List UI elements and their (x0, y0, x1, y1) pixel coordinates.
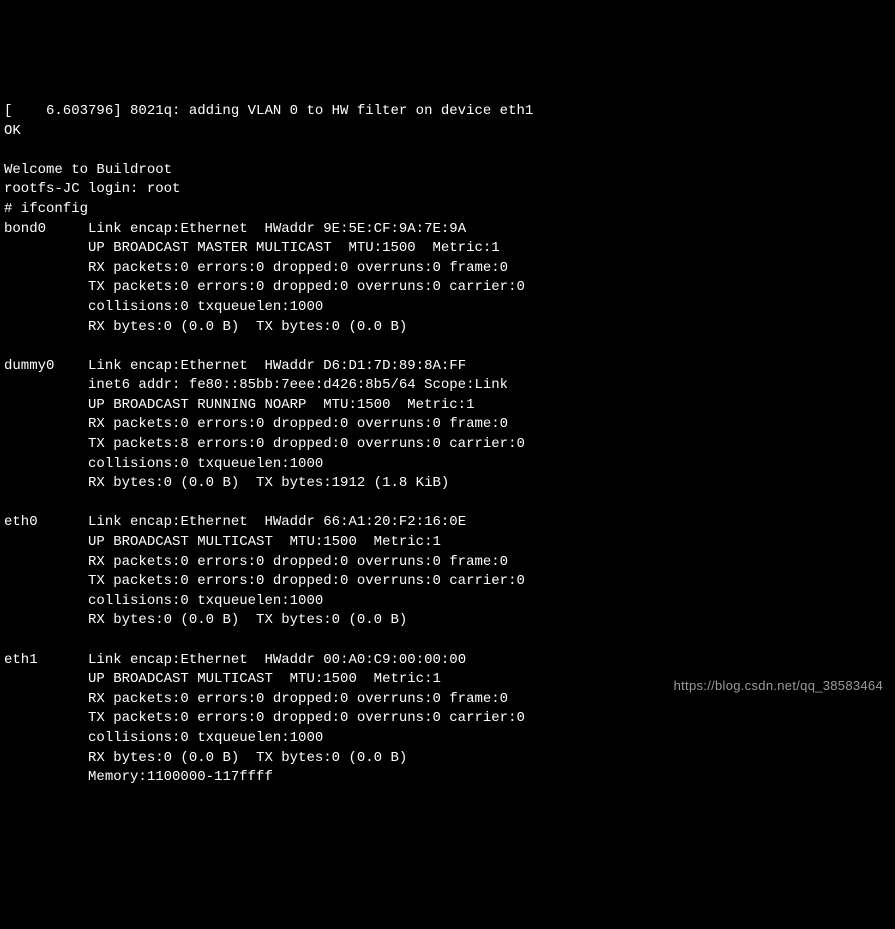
welcome-line: Welcome to Buildroot (4, 162, 172, 178)
iface-detail: RX packets:0 errors:0 dropped:0 overruns… (4, 416, 508, 432)
iface-name: bond0 (4, 221, 46, 237)
iface-label-eth0: eth0 Link encap:Ethernet HWaddr 66:A1:20… (4, 514, 466, 530)
iface-detail: RX bytes:0 (0.0 B) TX bytes:1912 (1.8 Ki… (4, 475, 449, 491)
iface-detail: Link encap:Ethernet HWaddr D6:D1:7D:89:8… (88, 358, 466, 374)
iface-detail: RX bytes:0 (0.0 B) TX bytes:0 (0.0 B) (4, 750, 407, 766)
iface-detail: Link encap:Ethernet HWaddr 9E:5E:CF:9A:7… (88, 221, 466, 237)
iface-detail: RX packets:0 errors:0 dropped:0 overruns… (4, 691, 508, 707)
iface-detail: UP BROADCAST MULTICAST MTU:1500 Metric:1 (4, 534, 441, 550)
iface-detail: RX bytes:0 (0.0 B) TX bytes:0 (0.0 B) (4, 612, 407, 628)
iface-detail: UP BROADCAST RUNNING NOARP MTU:1500 Metr… (4, 397, 474, 413)
iface-detail: TX packets:0 errors:0 dropped:0 overruns… (4, 573, 525, 589)
iface-label-eth1: eth1 Link encap:Ethernet HWaddr 00:A0:C9… (4, 652, 466, 668)
iface-detail: collisions:0 txqueuelen:1000 (4, 593, 323, 609)
kernel-msg: [ 6.603796] 8021q: adding VLAN 0 to HW f… (4, 103, 533, 119)
iface-detail: TX packets:8 errors:0 dropped:0 overruns… (4, 436, 525, 452)
iface-detail: UP BROADCAST MASTER MULTICAST MTU:1500 M… (4, 240, 500, 256)
iface-detail: Link encap:Ethernet HWaddr 66:A1:20:F2:1… (88, 514, 466, 530)
iface-detail: RX bytes:0 (0.0 B) TX bytes:0 (0.0 B) (4, 319, 407, 335)
iface-detail: Memory:1100000-117ffff (4, 769, 273, 785)
watermark-text: https://blog.csdn.net/qq_38583464 (674, 677, 883, 695)
iface-name: eth1 (4, 652, 38, 668)
iface-detail: Link encap:Ethernet HWaddr 00:A0:C9:00:0… (88, 652, 466, 668)
iface-name: eth0 (4, 514, 38, 530)
iface-detail: collisions:0 txqueuelen:1000 (4, 299, 323, 315)
iface-detail: RX packets:0 errors:0 dropped:0 overruns… (4, 554, 508, 570)
iface-detail: UP BROADCAST MULTICAST MTU:1500 Metric:1 (4, 671, 441, 687)
iface-detail: inet6 addr: fe80::85bb:7eee:d426:8b5/64 … (4, 377, 508, 393)
iface-label-dummy0: dummy0 Link encap:Ethernet HWaddr D6:D1:… (4, 358, 466, 374)
iface-label-bond0: bond0 Link encap:Ethernet HWaddr 9E:5E:C… (4, 221, 466, 237)
iface-detail: collisions:0 txqueuelen:1000 (4, 730, 323, 746)
ok-line: OK (4, 123, 21, 139)
login-prompt[interactable]: rootfs-JC login: root (4, 181, 180, 197)
iface-detail: RX packets:0 errors:0 dropped:0 overruns… (4, 260, 508, 276)
command-prompt[interactable]: # ifconfig (4, 201, 88, 217)
iface-detail: collisions:0 txqueuelen:1000 (4, 456, 323, 472)
iface-name: dummy0 (4, 358, 54, 374)
iface-detail: TX packets:0 errors:0 dropped:0 overruns… (4, 279, 525, 295)
